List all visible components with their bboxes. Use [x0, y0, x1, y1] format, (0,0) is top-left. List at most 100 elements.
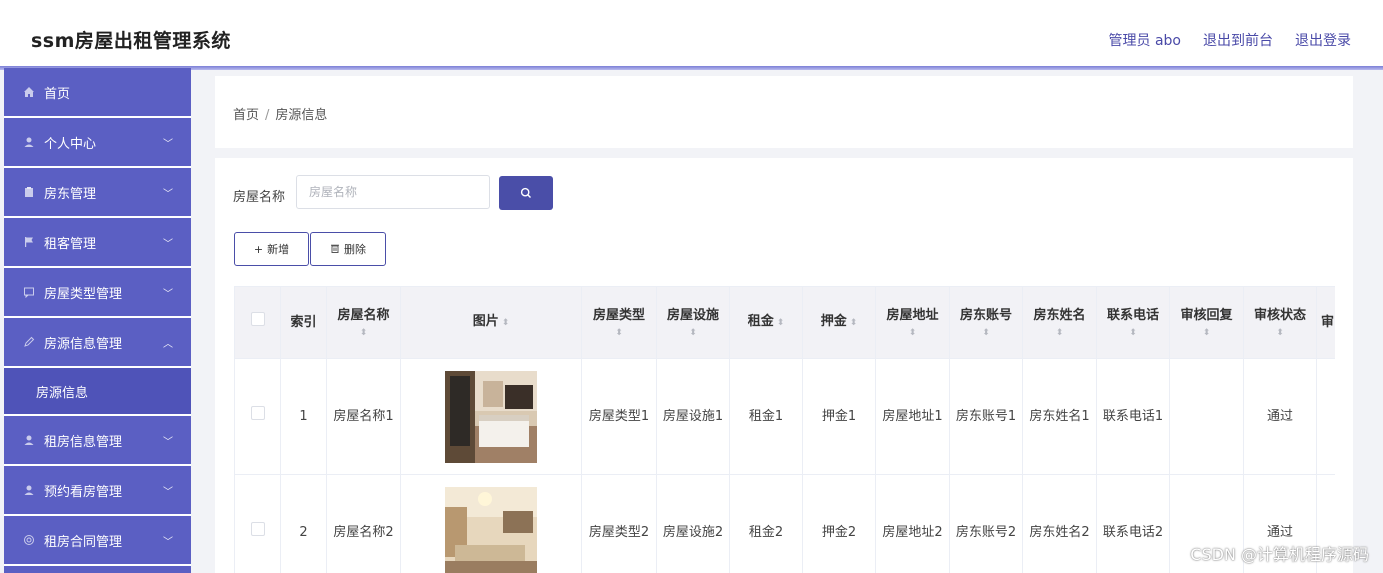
search-label: 房屋名称	[233, 190, 286, 205]
cell-facility: 房屋设施1	[656, 358, 730, 475]
col-header-type[interactable]: 房屋类型 ⬍	[581, 286, 657, 359]
cell-name: 房屋名称2	[326, 474, 401, 573]
sidebar-item-house-type[interactable]: 房屋类型管理 ﹀	[4, 268, 191, 318]
col-header-status[interactable]: 审核状态 ⬍	[1243, 286, 1317, 359]
sidebar-item-label: 租房合同管理	[44, 534, 123, 550]
user-icon	[22, 483, 36, 497]
trash-icon	[330, 243, 340, 256]
house-photo	[445, 486, 537, 573]
breadcrumb-current: 房源信息	[275, 108, 328, 123]
sort-icon[interactable]: ⬍	[880, 326, 945, 340]
table-row: 1 房屋名称1 房屋类型1 房屋设施1 租金1 押金1 房屋地址1 房东账号1 …	[234, 358, 1335, 475]
logout-link[interactable]: 退出登录	[1295, 30, 1351, 50]
sidebar-subitem-listing-info[interactable]: 房源信息	[4, 368, 191, 416]
cell-rent: 租金1	[729, 358, 803, 475]
chevron-down-icon: ﹀	[163, 138, 173, 150]
sort-icon[interactable]: ⬍	[586, 326, 652, 340]
col-header-name[interactable]: 房屋名称 ⬍	[326, 286, 401, 359]
cell-status: 通过	[1243, 358, 1317, 475]
sidebar-item-rental-info[interactable]: 租房信息管理 ﹀	[4, 416, 191, 466]
sidebar-item-label: 房东管理	[44, 186, 97, 202]
sort-icon[interactable]: ⬍	[777, 318, 785, 328]
cell-index: 2	[280, 474, 327, 573]
select-all-checkbox[interactable]	[250, 312, 265, 326]
sidebar-item-label: 预约看房管理	[44, 484, 123, 500]
sort-icon[interactable]: ⬍	[1174, 326, 1239, 340]
sort-icon[interactable]: ⬍	[502, 318, 510, 328]
delete-button[interactable]: 删除	[310, 232, 386, 266]
admin-label: 管理员 abo	[1108, 33, 1181, 49]
home-icon	[22, 85, 36, 99]
col-header-account[interactable]: 房东账号 ⬍	[949, 286, 1023, 359]
sidebar: 首页 个人中心 ﹀ 房东管理 ﹀ 租客管理 ﹀ 房屋类型管理 ﹀ 房源信息管理 …	[4, 68, 191, 573]
breadcrumb-home[interactable]: 首页	[233, 108, 259, 123]
sidebar-item-contract[interactable]: 租房合同管理 ﹀	[4, 516, 191, 566]
cell-deposit: 押金2	[802, 474, 876, 573]
sidebar-item-label: 个人中心	[44, 136, 97, 152]
sidebar-item-home[interactable]: 首页	[4, 68, 191, 118]
breadcrumb: 首页 / 房源信息	[233, 104, 327, 123]
cell-account: 房东账号1	[949, 358, 1023, 475]
cell-image	[400, 358, 582, 475]
cell-rent: 租金2	[729, 474, 803, 573]
row-select-cell	[234, 474, 281, 573]
cell-index: 1	[280, 358, 327, 475]
sort-icon[interactable]: ⬍	[331, 326, 396, 340]
sort-icon[interactable]: ⬍	[661, 326, 725, 340]
sort-icon[interactable]: ⬍	[1248, 326, 1312, 340]
row-checkbox[interactable]	[250, 406, 265, 420]
row-checkbox[interactable]	[250, 522, 265, 536]
cell-landlord: 房东姓名2	[1022, 474, 1097, 573]
col-header-deposit[interactable]: 押金 ⬍	[802, 286, 876, 359]
delete-button-label: 删除	[344, 243, 366, 256]
col-header-address[interactable]: 房屋地址 ⬍	[875, 286, 950, 359]
col-header-index: 索引	[280, 286, 327, 359]
chevron-down-icon: ﹀	[163, 486, 173, 498]
sidebar-item-profile[interactable]: 个人中心 ﹀	[4, 118, 191, 168]
cell-type: 房屋类型2	[581, 474, 657, 573]
chevron-down-icon: ﹀	[163, 436, 173, 448]
sidebar-item-label: 租客管理	[44, 236, 97, 252]
sidebar-item-listing-management[interactable]: 房源信息管理 ︿	[4, 318, 191, 368]
sort-icon[interactable]: ⬍	[954, 326, 1018, 340]
sidebar-item-landlord[interactable]: 房东管理 ﹀	[4, 168, 191, 218]
search-button[interactable]	[499, 176, 553, 210]
chevron-up-icon: ︿	[163, 338, 173, 350]
search-input[interactable]	[296, 175, 490, 209]
add-button[interactable]: + 新增	[234, 232, 309, 266]
sort-icon[interactable]: ⬍	[1101, 326, 1165, 340]
breadcrumb-card: 首页 / 房源信息	[215, 76, 1353, 148]
sort-icon[interactable]: ⬍	[850, 318, 858, 328]
col-header-rent[interactable]: 租金 ⬍	[729, 286, 803, 359]
user-icon	[22, 135, 36, 149]
cell-address: 房屋地址1	[875, 358, 950, 475]
cell-phone: 联系电话1	[1096, 358, 1170, 475]
cell-landlord: 房东姓名1	[1022, 358, 1097, 475]
col-header-landlord[interactable]: 房东姓名 ⬍	[1022, 286, 1097, 359]
listing-table: 索引 房屋名称 ⬍ 图片 ⬍ 房屋类型 ⬍ 房屋设施 ⬍ 租金 ⬍ 押金 ⬍ 房屋地址 ⬍ 房…	[234, 286, 1335, 573]
sort-icon[interactable]: ⬍	[1027, 326, 1092, 340]
sidebar-subitem-label: 房源信息	[36, 385, 89, 401]
listing-table-wrapper: 索引 房屋名称 ⬍ 图片 ⬍ 房屋类型 ⬍ 房屋设施 ⬍ 租金 ⬍ 押金 ⬍ 房屋地址 ⬍ 房…	[234, 286, 1335, 573]
sidebar-item-label: 房屋类型管理	[44, 286, 123, 302]
col-header-phone[interactable]: 联系电话 ⬍	[1096, 286, 1170, 359]
col-header-reply[interactable]: 审核回复 ⬍	[1169, 286, 1244, 359]
pen-icon	[22, 335, 36, 349]
col-header-facility[interactable]: 房屋设施 ⬍	[656, 286, 730, 359]
plus-icon: +	[253, 242, 264, 256]
col-header-image[interactable]: 图片 ⬍	[400, 286, 582, 359]
chevron-down-icon: ﹀	[163, 188, 173, 200]
clock-icon	[22, 533, 36, 547]
cell-image	[400, 474, 582, 573]
table-header-row: 索引 房屋名称 ⬍ 图片 ⬍ 房屋类型 ⬍ 房屋设施 ⬍ 租金 ⬍ 押金 ⬍ 房屋地址 ⬍ 房…	[234, 286, 1335, 359]
cell-type: 房屋类型1	[581, 358, 657, 475]
front-page-link[interactable]: 退出到前台	[1203, 30, 1273, 50]
user-icon	[22, 433, 36, 447]
cell-phone: 联系电话2	[1096, 474, 1170, 573]
house-photo	[445, 370, 537, 463]
chevron-down-icon: ﹀	[163, 288, 173, 300]
sidebar-item-viewing[interactable]: 预约看房管理 ﹀	[4, 466, 191, 516]
cell-reply	[1169, 358, 1244, 475]
sidebar-item-tenant[interactable]: 租客管理 ﹀	[4, 218, 191, 268]
add-button-label: 新增	[267, 243, 290, 256]
